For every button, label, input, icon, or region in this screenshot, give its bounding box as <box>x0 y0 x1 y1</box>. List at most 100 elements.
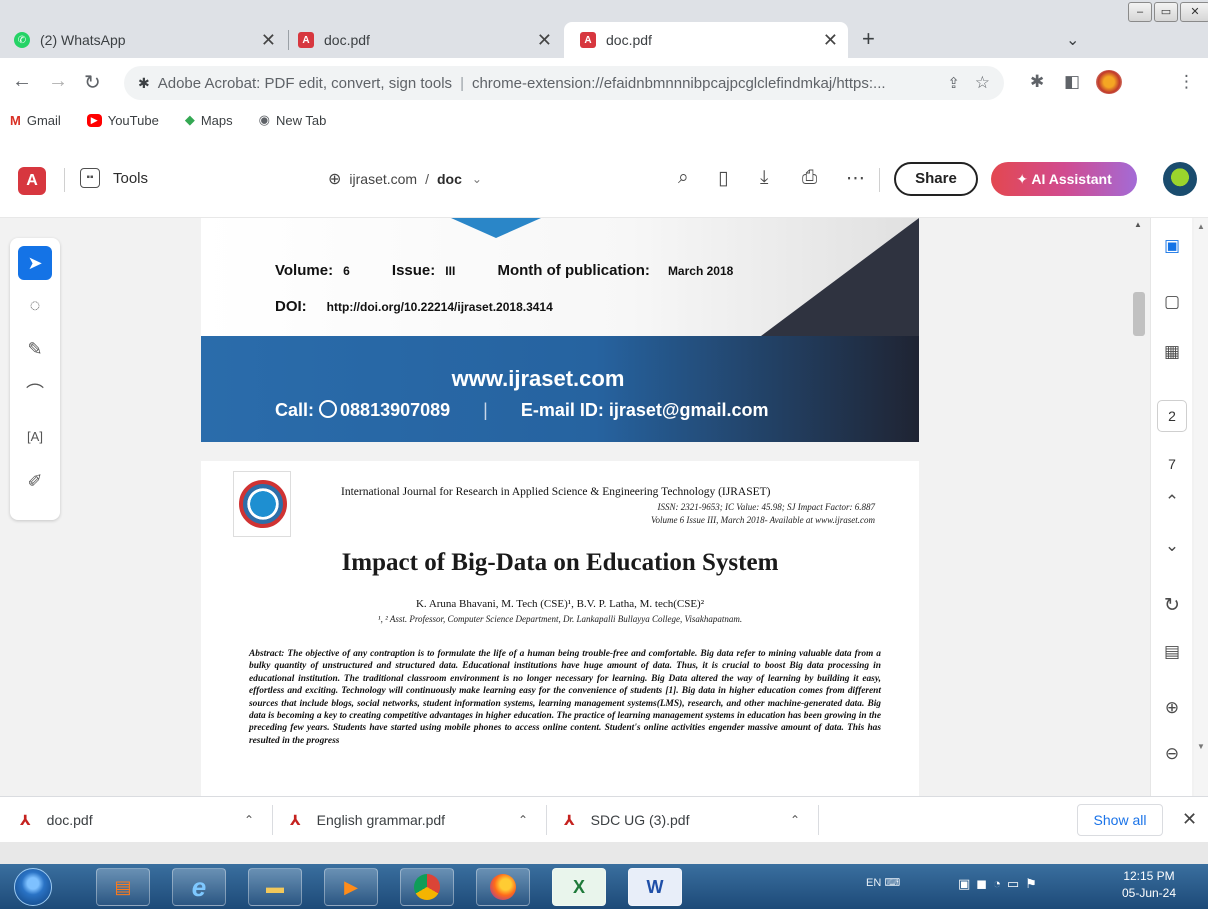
firefox-icon[interactable] <box>476 868 530 906</box>
page-scrollbar[interactable]: ▲ ▼ <box>1194 218 1208 796</box>
address-bar[interactable]: ✱ Adobe Acrobat: PDF edit, convert, sign… <box>124 66 1004 100</box>
select-cursor-icon[interactable]: ➤ <box>18 246 52 280</box>
word-icon[interactable]: W <box>628 868 682 906</box>
download-item[interactable]: ⅄ English grammar.pdf ⌃ <box>290 797 546 843</box>
paper-abstract: Abstract: The objective of any contrapti… <box>249 649 881 746</box>
volume-issue-line: Volume: 6 Issue: III Month of publication:… <box>275 262 771 279</box>
search-icon[interactable]: ⌕ <box>678 167 689 189</box>
close-tab-icon[interactable]: ✕ <box>823 30 838 51</box>
bookmark-youtube[interactable]: ▶ YouTube <box>86 113 159 128</box>
acrobat-logo-icon[interactable]: A <box>18 167 46 195</box>
document-path[interactable]: ⊕ ijraset.com / doc ⌄ <box>328 169 482 189</box>
issue-label: Issue: <box>391 262 436 279</box>
ai-summary-icon[interactable]: ▣ <box>1151 236 1193 256</box>
download-item[interactable]: ⅄ SDC UG (3).pdf ⌃ <box>564 797 818 843</box>
current-page-field[interactable]: 2 <box>1157 400 1187 432</box>
reload-icon[interactable]: ↻ <box>84 70 101 95</box>
chevron-up-icon[interactable]: ⌃ <box>790 813 800 827</box>
tray-language[interactable]: EN ⌨ <box>866 876 900 889</box>
file-explorer-icon[interactable]: ▬ <box>248 868 302 906</box>
clock[interactable]: 12:15 PM 05-Jun-24 <box>1108 868 1190 902</box>
document-scrollbar[interactable]: ▲ <box>1128 218 1146 796</box>
doc-name: doc <box>436 171 462 187</box>
download-icon[interactable]: ⤓ <box>760 167 768 189</box>
excel-icon[interactable]: X <box>552 868 606 906</box>
paper-title: Impact of Big-Data on Education System <box>341 549 779 576</box>
highlight-pen-icon[interactable]: ✎ <box>18 332 52 366</box>
tab-doc-pdf-2[interactable]: A doc.pdf ✕ <box>564 22 848 58</box>
comments-panel-icon[interactable]: ▢ <box>1151 292 1193 312</box>
tools-label[interactable]: Tools <box>113 170 148 187</box>
tab-search-chevron-icon[interactable]: ⌄ <box>1066 30 1079 50</box>
forward-icon[interactable]: → <box>48 70 68 93</box>
taskbar-app-1[interactable]: ▤ <box>96 868 150 906</box>
bookmark-label: Gmail <box>26 112 61 128</box>
download-item[interactable]: ⅄ doc.pdf ⌃ <box>20 797 272 843</box>
total-pages: 7 <box>1168 456 1176 472</box>
close-shelf-icon[interactable]: ✕ <box>1182 809 1197 830</box>
tools-grid-icon[interactable]: ▪▪ <box>80 168 100 188</box>
tab-whatsapp[interactable]: ✆ (2) WhatsApp ✕ <box>14 22 286 58</box>
zoom-in-icon[interactable]: ⊕ <box>1151 698 1193 718</box>
show-all-downloads-button[interactable]: Show all <box>1077 804 1163 836</box>
share-button[interactable]: Share <box>894 162 978 196</box>
volume-line: Volume 6 Issue III, March 2018- Availabl… <box>650 515 875 525</box>
close-tab-icon[interactable]: ✕ <box>537 30 552 51</box>
text-box-icon[interactable]: [A] <box>18 420 52 454</box>
extension-icon: ✱ <box>138 74 150 91</box>
more-options-icon[interactable]: ⋯ <box>846 167 865 190</box>
sign-icon[interactable]: ✐ <box>18 464 52 498</box>
ai-assistant-button[interactable]: ✦ AI Assistant <box>991 162 1137 196</box>
website-text[interactable]: www.ijraset.com <box>201 366 875 392</box>
bookmark-star-icon[interactable]: ☆ <box>975 73 990 93</box>
comment-icon[interactable]: ◌ <box>18 288 52 322</box>
share-page-icon[interactable]: ⇪ <box>947 74 960 92</box>
doi-value[interactable]: http://doi.org/10.22214/ijraset.2018.341… <box>327 300 553 314</box>
bookmark-new-tab[interactable]: ◉ New Tab <box>259 112 327 128</box>
chevron-up-icon[interactable]: ⌃ <box>518 813 528 827</box>
pdf-page-1: Volume: 6 Issue: III Month of publication:… <box>201 218 919 442</box>
print-icon[interactable]: ⎙ <box>802 167 817 189</box>
thumbnails-icon[interactable]: ▦ <box>1151 342 1193 362</box>
draw-freehand-icon[interactable]: ⌒ <box>18 376 52 410</box>
window-controls: – ▭ ✕ <box>1126 2 1208 24</box>
side-panel-icon[interactable]: ◧ <box>1064 72 1080 92</box>
previous-page-icon[interactable]: ⌃ <box>1151 492 1193 512</box>
user-avatar[interactable] <box>1163 162 1197 196</box>
ai-assistant-label: AI Assistant <box>1031 171 1112 187</box>
download-filename: SDC UG (3).pdf <box>590 812 690 828</box>
tab-doc-pdf-1[interactable]: A doc.pdf ✕ <box>298 22 562 58</box>
rotate-refresh-icon[interactable]: ↻ <box>1151 594 1193 617</box>
close-window-button[interactable]: ✕ <box>1180 2 1208 22</box>
maximize-button[interactable]: ▭ <box>1154 2 1178 22</box>
new-tab-button[interactable]: + <box>862 26 875 52</box>
extensions-puzzle-icon[interactable]: ✱ <box>1030 72 1044 92</box>
chevron-up-icon[interactable]: ⌃ <box>244 813 254 827</box>
download-filename: English grammar.pdf <box>316 812 446 828</box>
tab-title: doc.pdf <box>606 32 652 48</box>
issn-line: ISSN: 2321-9653; IC Value: 45.98; SJ Imp… <box>657 502 875 512</box>
acrobat-header: A ▪▪ Tools ⊕ ijraset.com / doc ⌄ ⌕ ▯ ⤓ ⎙… <box>0 140 1208 218</box>
chrome-icon[interactable] <box>400 868 454 906</box>
address-separator: | <box>460 74 464 92</box>
profile-avatar-icon[interactable] <box>1096 70 1122 94</box>
zoom-out-icon[interactable]: ⊖ <box>1151 744 1193 764</box>
bookmark-gmail[interactable]: M Gmail <box>10 113 61 128</box>
globe-icon: ◉ <box>258 112 270 127</box>
page-display-icon[interactable]: ▯ <box>718 167 728 190</box>
scrollbar-thumb[interactable] <box>1133 292 1145 336</box>
tab-strip: ✆ (2) WhatsApp ✕ A doc.pdf ✕ A doc.pdf ✕… <box>0 0 1208 58</box>
internet-explorer-icon[interactable]: e <box>172 868 226 906</box>
close-tab-icon[interactable]: ✕ <box>261 30 276 51</box>
more-menu-icon[interactable]: ⋮ <box>1178 72 1195 92</box>
page-settings-icon[interactable]: ▤ <box>1151 642 1193 662</box>
pdf-file-icon: ⅄ <box>290 811 301 828</box>
start-button[interactable] <box>14 868 52 906</box>
media-player-icon[interactable]: ▶ <box>324 868 378 906</box>
bookmark-maps[interactable]: ◆ Maps <box>185 112 233 128</box>
back-icon[interactable]: ← <box>12 70 32 93</box>
minimize-button[interactable]: – <box>1128 2 1152 22</box>
system-tray-icons[interactable]: ▣◼◔▭⚑ <box>958 876 1043 892</box>
whatsapp-phone-icon <box>319 400 338 418</box>
next-page-icon[interactable]: ⌄ <box>1151 536 1193 556</box>
